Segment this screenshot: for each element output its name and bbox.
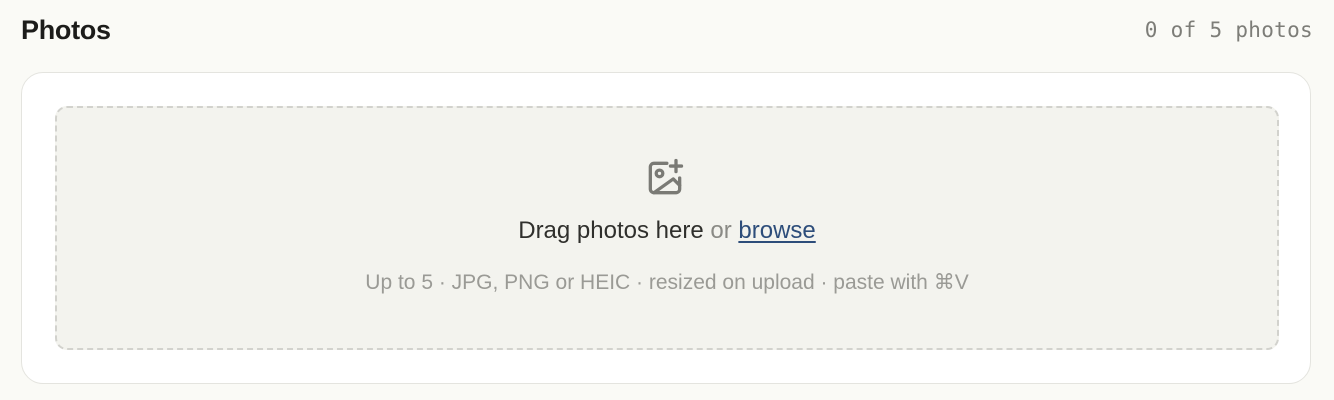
photo-dropzone[interactable]: Drag photos here or browse Up to 5 · JPG… (55, 106, 1279, 350)
photos-header: Photos 0 of 5 photos (21, 10, 1313, 50)
dropzone-primary-text: Drag photos here or browse (57, 216, 1277, 246)
photo-count: 0 of 5 photos (1144, 18, 1313, 42)
drag-text: Drag photos here (518, 217, 704, 244)
photos-card: Drag photos here or browse Up to 5 · JPG… (21, 72, 1311, 384)
dropzone-hint: Up to 5 · JPG, PNG or HEIC · resized on … (365, 271, 969, 294)
section-title: Photos (21, 14, 111, 45)
browse-link[interactable]: browse (738, 217, 815, 244)
image-add-icon (643, 156, 687, 200)
or-text: or (710, 217, 732, 244)
